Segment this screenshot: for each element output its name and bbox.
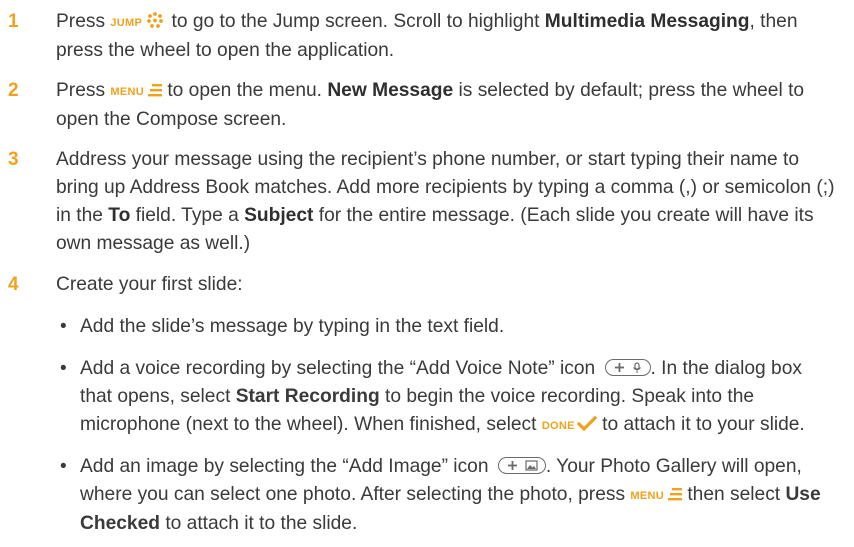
jump-key-icon	[144, 10, 166, 28]
step-text: Create your first slide:	[56, 271, 838, 299]
add-image-icon	[497, 457, 546, 474]
text-run: Create your first slide:	[56, 274, 243, 295]
done-check-icon	[576, 413, 598, 432]
bold-term: Multimedia Messaging	[544, 11, 750, 32]
menu-key-label: MENU	[630, 490, 664, 502]
text-run: to attach it to your slide.	[596, 414, 805, 435]
menu-key-label: MENU	[110, 86, 144, 98]
text-run: Press	[56, 11, 111, 32]
bold-term: To	[108, 205, 131, 226]
bullet-text: Add an image by selecting the “Add Image…	[80, 453, 838, 538]
step-text: Address your message using the recipient…	[56, 146, 838, 258]
step-number: 3	[8, 149, 19, 170]
text-run: Press	[56, 80, 111, 101]
text-run: to attach it to the slide.	[159, 513, 358, 534]
bold-term: Start Recording	[235, 386, 380, 407]
bullet-text: Add a voice recording by selecting the “…	[80, 355, 838, 440]
text-run: Add the slide’s message by typing in the…	[80, 316, 505, 337]
text-run: to open the menu.	[161, 80, 328, 101]
text-run: to go to the Jump screen. Scroll to high…	[166, 11, 545, 32]
text-run: field. Type a	[130, 205, 245, 226]
bullet-dot: •	[60, 456, 67, 477]
text-run: Add a voice recording by selecting the “…	[80, 358, 601, 379]
step-text: Press JUMP to go to the Jump screen. Scr…	[56, 8, 838, 65]
text-run: Add an image by selecting the “Add Image…	[80, 456, 494, 477]
add-voice-note-icon	[604, 359, 651, 376]
bold-term: Subject	[244, 205, 314, 226]
step-number: 1	[8, 11, 19, 32]
step-number: 2	[8, 80, 19, 101]
bold-term: New Message	[327, 80, 454, 101]
bullet-text: Add the slide’s message by typing in the…	[80, 313, 838, 341]
menu-key-icon	[147, 78, 162, 97]
instruction-page: 1 Press JUMP to go to the Jump screen. S…	[0, 0, 854, 547]
menu-key-icon	[667, 482, 682, 501]
text-run: then select	[681, 484, 786, 505]
bullet-dot: •	[60, 358, 67, 379]
step-number: 4	[8, 274, 19, 295]
jump-key-label: JUMP	[110, 17, 143, 29]
done-key-label: DONE	[541, 420, 575, 432]
step-text: Press MENU to open the menu. New Message…	[56, 77, 838, 134]
bullet-dot: •	[60, 316, 67, 337]
